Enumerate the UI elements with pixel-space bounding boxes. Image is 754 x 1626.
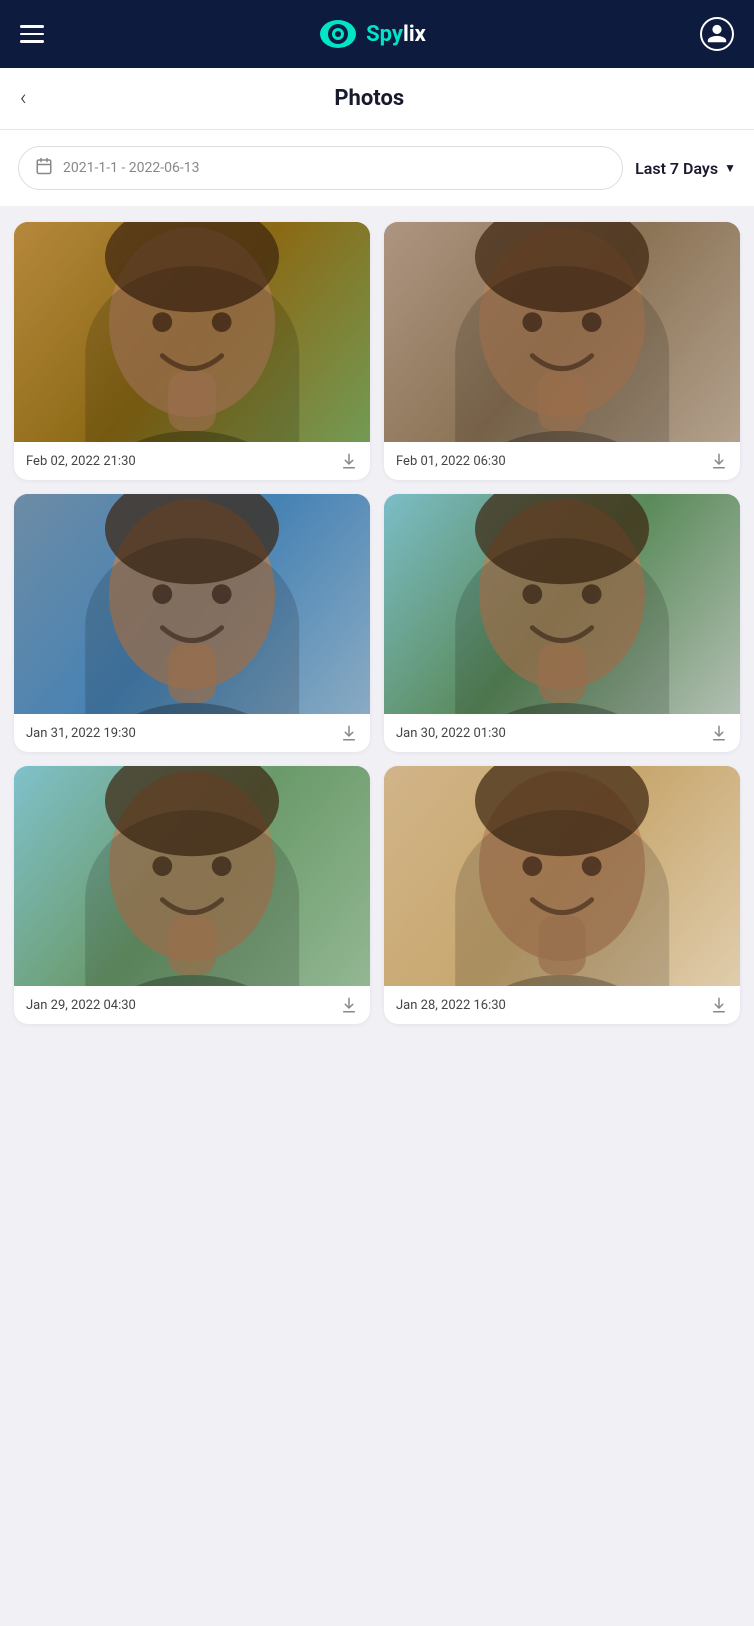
download-button[interactable] xyxy=(340,996,358,1014)
download-icon xyxy=(340,452,358,470)
photo-thumbnail[interactable] xyxy=(14,222,370,442)
photo-thumbnail[interactable] xyxy=(384,766,740,986)
chevron-down-icon: ▼ xyxy=(724,161,736,175)
photo-thumbnail[interactable] xyxy=(384,494,740,714)
photo-thumbnail[interactable] xyxy=(384,222,740,442)
photos-container: Feb 02, 2022 21:30 xyxy=(0,206,754,1040)
profile-icon xyxy=(706,23,728,45)
download-button[interactable] xyxy=(340,452,358,470)
photo-thumbnail[interactable] xyxy=(14,494,370,714)
download-icon xyxy=(710,452,728,470)
photo-card: Jan 28, 2022 16:30 xyxy=(384,766,740,1024)
logo: Spylix xyxy=(318,14,426,54)
profile-button[interactable] xyxy=(700,17,734,51)
dropdown-label: Last 7 Days xyxy=(635,159,718,178)
photo-thumbnail[interactable] xyxy=(14,766,370,986)
photo-info: Feb 01, 2022 06:30 xyxy=(384,442,740,480)
photos-grid: Feb 02, 2022 21:30 xyxy=(14,222,740,1024)
photo-date: Jan 28, 2022 16:30 xyxy=(396,998,506,1013)
photo-card: Jan 30, 2022 01:30 xyxy=(384,494,740,752)
download-icon xyxy=(710,724,728,742)
logo-text: Spylix xyxy=(366,22,426,47)
page-title: Photos xyxy=(39,86,700,111)
date-range-value: 2021-1-1 - 2022-06-13 xyxy=(63,160,199,176)
photo-info: Jan 28, 2022 16:30 xyxy=(384,986,740,1024)
download-button[interactable] xyxy=(710,724,728,742)
photo-info: Feb 02, 2022 21:30 xyxy=(14,442,370,480)
sub-header: ‹ Photos xyxy=(0,68,754,130)
logo-icon xyxy=(318,14,358,54)
photo-info: Jan 31, 2022 19:30 xyxy=(14,714,370,752)
date-range-input[interactable]: 2021-1-1 - 2022-06-13 xyxy=(18,146,623,190)
photo-date: Jan 29, 2022 04:30 xyxy=(26,998,136,1013)
photo-card: Jan 31, 2022 19:30 xyxy=(14,494,370,752)
photo-date: Feb 01, 2022 06:30 xyxy=(396,454,506,469)
photo-card: Feb 01, 2022 06:30 xyxy=(384,222,740,480)
download-button[interactable] xyxy=(710,452,728,470)
photo-date: Jan 31, 2022 19:30 xyxy=(26,726,136,741)
photo-card: Jan 29, 2022 04:30 xyxy=(14,766,370,1024)
filters-row: 2021-1-1 - 2022-06-13 Last 7 Days ▼ xyxy=(0,130,754,206)
download-icon xyxy=(710,996,728,1014)
photo-info: Jan 30, 2022 01:30 xyxy=(384,714,740,752)
photo-info: Jan 29, 2022 04:30 xyxy=(14,986,370,1024)
download-icon xyxy=(340,996,358,1014)
download-button[interactable] xyxy=(710,996,728,1014)
photo-card: Feb 02, 2022 21:30 xyxy=(14,222,370,480)
menu-button[interactable] xyxy=(20,25,44,43)
last-days-dropdown[interactable]: Last 7 Days ▼ xyxy=(635,159,736,178)
photo-date: Jan 30, 2022 01:30 xyxy=(396,726,506,741)
download-icon xyxy=(340,724,358,742)
download-button[interactable] xyxy=(340,724,358,742)
calendar-icon xyxy=(35,157,53,179)
photo-date: Feb 02, 2022 21:30 xyxy=(26,454,136,469)
back-button[interactable]: ‹ xyxy=(20,86,27,111)
header: Spylix xyxy=(0,0,754,68)
